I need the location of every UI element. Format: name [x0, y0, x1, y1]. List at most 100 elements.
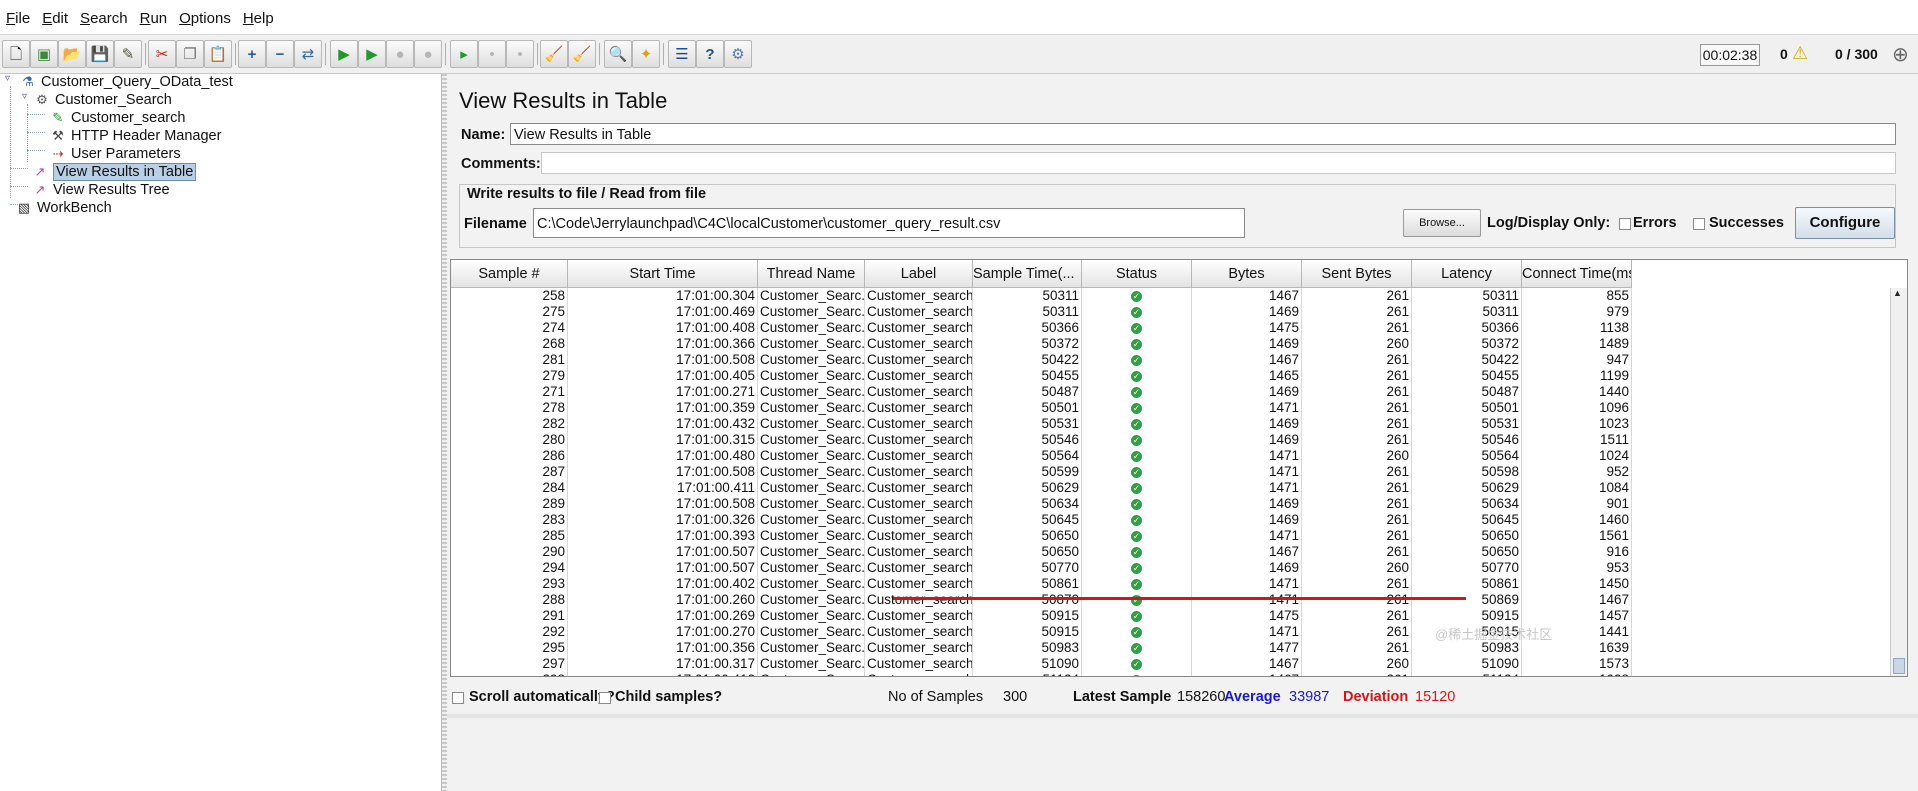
column-header-thread-name[interactable]: Thread Name	[758, 260, 865, 288]
table-row[interactable]: 29817:01:00.412Customer_Searc...Customer…	[451, 672, 1891, 676]
table-row[interactable]: 294 17:01:00.507 Customer_Searc... Customer…	[451, 560, 1891, 576]
search-binoculars-icon[interactable]: 🔍	[604, 40, 632, 68]
start-icon[interactable]: ▶	[330, 40, 358, 68]
average-value: 33987	[1289, 689, 1330, 705]
open-folder-icon[interactable]: 📂	[58, 40, 86, 68]
bottom-scrollbar[interactable]	[447, 714, 1918, 718]
tree-node-workbench[interactable]: ▧ WorkBench	[16, 198, 112, 218]
table-row[interactable]: 286 17:01:00.480 Customer_Searc... Customer…	[451, 448, 1891, 464]
column-header-sample-time[interactable]: Sample Time(... ▲	[973, 260, 1082, 288]
table-row[interactable]: 291 17:01:00.269 Customer_Searc... Customer…	[451, 608, 1891, 624]
tree-node-header-manager[interactable]: ⚒ HTTP Header Manager	[50, 126, 221, 146]
stop-icon[interactable]: ●	[386, 40, 414, 68]
table-row[interactable]: 28817:01:00.260Customer_Searc...Customer…	[451, 592, 1891, 608]
tree-node-view-results-tree[interactable]: ↗ View Results Tree	[32, 180, 170, 200]
table-row[interactable]: 279 17:01:00.405 Customer_Searc... Customer…	[451, 368, 1891, 384]
cell-status: ✓	[1082, 480, 1192, 496]
table-row[interactable]: 297 17:01:00.317 Customer_Searc... Customer…	[451, 656, 1891, 672]
table-row[interactable]: 287 17:01:00.508 Customer_Searc... Customer…	[451, 464, 1891, 480]
clear-icon[interactable]: 🧹	[540, 40, 568, 68]
toggle-icon[interactable]: ⇄	[294, 40, 322, 68]
expand-icon[interactable]: +	[238, 40, 266, 68]
table-row[interactable]: 280 17:01:00.315 Customer_Searc... Customer…	[451, 432, 1891, 448]
menu-edit[interactable]: Edit	[42, 10, 68, 27]
start-no-pauses-icon[interactable]: ▶	[358, 40, 386, 68]
column-header-sent-bytes[interactable]: Sent Bytes	[1302, 260, 1412, 288]
comments-field[interactable]	[541, 152, 1896, 174]
shutdown-icon[interactable]: ●	[414, 40, 442, 68]
table-row[interactable]: 295 17:01:00.356 Customer_Searc... Customer…	[451, 640, 1891, 656]
remote-start-icon[interactable]: ▸	[450, 40, 478, 68]
table-row[interactable]: 268 17:01:00.366 Customer_Searc... Customer…	[451, 336, 1891, 352]
paste-icon[interactable]: 📋	[204, 40, 232, 68]
menu-search[interactable]: Search	[80, 10, 128, 27]
table-row[interactable]: 282 17:01:00.432 Customer_Searc... Customer…	[451, 416, 1891, 432]
table-row[interactable]: 285 17:01:00.393 Customer_Searc... Customer…	[451, 528, 1891, 544]
cell-sent-bytes: 261	[1302, 544, 1412, 560]
filename-field[interactable]: C:\Code\Jerrylaunchpad\C4C\localCustomer…	[533, 208, 1245, 238]
tree-node-http-sampler[interactable]: ✎ Customer_search	[50, 108, 186, 128]
save-as-icon[interactable]: ✎	[114, 40, 142, 68]
scroll-automatically-checkbox[interactable]	[452, 692, 464, 704]
warning-icon[interactable]: ⚠	[1792, 43, 1808, 64]
scroll-up-icon[interactable]: ▲	[1893, 288, 1902, 298]
cell-latency: 50861	[1412, 576, 1522, 592]
table-row[interactable]: 281 17:01:00.508 Customer_Searc... Customer…	[451, 352, 1891, 368]
column-header-connect-time[interactable]: Connect Time(ms)	[1522, 260, 1632, 288]
column-header-sample[interactable]: Sample #	[451, 260, 568, 288]
collapse-icon[interactable]: −	[266, 40, 294, 68]
help-icon[interactable]: ?	[696, 40, 724, 68]
tree-node-user-parameters[interactable]: ⇢ User Parameters	[50, 144, 181, 164]
success-shield-icon: ✓	[1131, 434, 1142, 446]
cell-label: Customer_search	[867, 320, 973, 336]
table-row[interactable]: 284 17:01:00.411 Customer_Searc... Customer…	[451, 480, 1891, 496]
scrollbar-thumb[interactable]	[1893, 658, 1905, 674]
column-header-start-time[interactable]: Start Time	[568, 260, 758, 288]
tree-toggle-icon[interactable]: ▿	[22, 91, 27, 102]
table-row[interactable]: 271 17:01:00.271 Customer_Searc... Customer…	[451, 384, 1891, 400]
table-row[interactable]: 293 17:01:00.402 Customer_Searc... Customer…	[451, 576, 1891, 592]
save-icon[interactable]: 💾	[86, 40, 114, 68]
table-row[interactable]: 290 17:01:00.507 Customer_Searc... Customer…	[451, 544, 1891, 560]
templates-icon[interactable]: ▣	[30, 40, 58, 68]
cell-latency: 50311	[1412, 304, 1522, 320]
log-viewer-icon[interactable]: ⚙	[724, 40, 752, 68]
copy-icon[interactable]: ❐	[176, 40, 204, 68]
tree-node-thread-group[interactable]: ⚙ Customer_Search	[34, 90, 172, 110]
column-header-bytes[interactable]: Bytes	[1192, 260, 1302, 288]
clear-all-icon[interactable]: 🧹	[568, 40, 596, 68]
menu-help[interactable]: Help	[243, 10, 274, 27]
errors-checkbox[interactable]	[1619, 218, 1631, 230]
cell-label: Customer_search	[867, 656, 973, 672]
menu-options[interactable]: Options	[179, 10, 231, 27]
table-row[interactable]: 278 17:01:00.359 Customer_Searc... Customer…	[451, 400, 1891, 416]
remote-exit-icon[interactable]: •	[506, 40, 534, 68]
successes-checkbox[interactable]	[1693, 218, 1705, 230]
function-helper-icon[interactable]: ☰	[668, 40, 696, 68]
remote-globe-icon[interactable]: ⊕	[1892, 42, 1909, 67]
column-header-latency[interactable]: Latency	[1412, 260, 1522, 288]
tree-toggle-icon[interactable]: ▿	[5, 73, 10, 84]
table-row[interactable]: 292 17:01:00.270 Customer_Searc... Customer…	[451, 624, 1891, 640]
name-field[interactable]: View Results in Table	[510, 123, 1896, 145]
tree-node-view-results-table[interactable]: ↗ View Results in Table	[32, 162, 197, 182]
column-header-status[interactable]: Status	[1082, 260, 1192, 288]
table-scrollbar[interactable]: ▲	[1890, 288, 1907, 676]
table-row[interactable]: 258 17:01:00.304 Customer_Searc... Customer…	[451, 288, 1891, 304]
table-row[interactable]: 289 17:01:00.508 Customer_Searc... Customer…	[451, 496, 1891, 512]
reset-search-icon[interactable]: ✦	[632, 40, 660, 68]
column-header-label[interactable]: Label	[865, 260, 973, 288]
table-row[interactable]: 275 17:01:00.469 Customer_Searc... Customer…	[451, 304, 1891, 320]
configure-button[interactable]: Configure	[1795, 207, 1895, 239]
table-row[interactable]: 283 17:01:00.326 Customer_Searc... Customer…	[451, 512, 1891, 528]
child-samples-checkbox[interactable]	[599, 692, 611, 704]
table-row[interactable]: 274 17:01:00.408 Customer_Searc... Customer…	[451, 320, 1891, 336]
cut-icon[interactable]: ✂	[148, 40, 176, 68]
menu-run[interactable]: Run	[140, 10, 168, 27]
cell-thread-name: Customer_Searc...	[760, 416, 865, 432]
browse-button[interactable]: Browse...	[1403, 209, 1481, 237]
new-icon[interactable]: 🗋	[2, 40, 30, 68]
menu-file[interactable]: File	[6, 10, 30, 27]
tree-node-test-plan[interactable]: ⚗ Customer_Query_OData_test	[20, 72, 233, 92]
remote-stop-icon[interactable]: •	[478, 40, 506, 68]
